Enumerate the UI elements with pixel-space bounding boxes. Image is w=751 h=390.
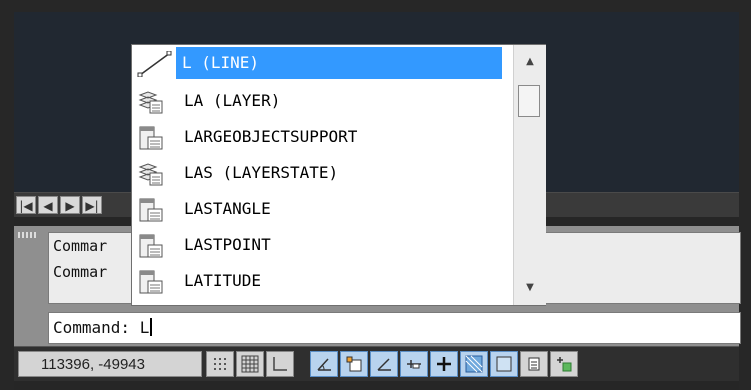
autocomplete-item-label: LARGEOBJECTSUPPORT	[184, 127, 358, 146]
command-input[interactable]: L	[140, 318, 150, 337]
history-line: Commar	[53, 263, 108, 281]
autocomplete-item[interactable]: LARGEOBJECTSUPPORT	[132, 119, 514, 155]
autocomplete-list[interactable]: L (LINE) LA (LAYER) LARGEOBJECTSUPPORT L…	[131, 44, 546, 306]
polar-icon	[317, 358, 331, 371]
grid-icon	[241, 355, 259, 373]
snap-mode-button[interactable]	[206, 351, 234, 377]
autocomplete-item[interactable]: LASTPOINT	[132, 227, 514, 263]
autocomplete-item-label: LASTPOINT	[184, 235, 271, 254]
command-line[interactable]: Command: L	[48, 312, 741, 344]
first-icon: |◀	[19, 199, 33, 213]
autocomplete-item[interactable]: LATITUDE	[132, 263, 514, 299]
dyn-icon	[437, 357, 451, 371]
ortho-mode-button[interactable]	[266, 351, 294, 377]
selection-cycling-button[interactable]	[550, 351, 578, 377]
chevron-up-icon: ▲	[526, 56, 534, 67]
autocomplete-item-label: LA (LAYER)	[184, 91, 281, 110]
layer-icon	[138, 163, 163, 186]
object-snap-tracking-button[interactable]	[370, 351, 398, 377]
history-line: Commar	[53, 237, 108, 255]
autocad-window: |◀ ◀ ▶ ▶| Commar Commar Command: L 11339…	[0, 0, 751, 390]
autocomplete-item[interactable]: LAS (LAYERSTATE)	[132, 155, 514, 191]
scroll-thumb[interactable]	[518, 85, 540, 117]
polar-tracking-button[interactable]	[310, 351, 338, 377]
lineweight-button[interactable]	[460, 351, 488, 377]
quick-properties-button[interactable]	[520, 351, 548, 377]
autocomplete-item[interactable]: LA (LAYER)	[132, 83, 514, 119]
grid-display-button[interactable]	[236, 351, 264, 377]
ducs-icon	[407, 360, 421, 369]
command-window-icon	[139, 198, 163, 222]
command-prompt: Command: L	[53, 318, 153, 337]
quick-properties-icon	[528, 357, 540, 371]
object-snap-button[interactable]	[340, 351, 368, 377]
autocomplete-scrollbar[interactable]: ▲ ▼	[513, 45, 546, 305]
last-tab-button[interactable]: ▶|	[82, 196, 102, 214]
text-caret	[150, 318, 153, 336]
lineweight-icon	[465, 355, 483, 373]
ortho-icon	[273, 357, 287, 371]
command-window-icon	[139, 270, 163, 294]
chevron-down-icon: ▼	[526, 282, 534, 293]
status-bar: 113396, -49943	[14, 346, 739, 381]
autocomplete-item-label: LASTANGLE	[184, 199, 271, 218]
window-frame-top	[0, 0, 751, 12]
autocomplete-item-label: L (LINE)	[176, 47, 502, 79]
autocomplete-item-label: LAS (LAYERSTATE)	[184, 163, 339, 182]
transparency-icon	[496, 356, 512, 372]
next-tab-button[interactable]: ▶	[60, 196, 80, 214]
osnap-icon	[346, 356, 362, 372]
layer-icon	[138, 91, 163, 114]
autocomplete-item[interactable]: LASTANGLE	[132, 191, 514, 227]
autocomplete-item[interactable]: L (LINE)	[132, 45, 514, 81]
prev-tab-button[interactable]: ◀	[38, 196, 58, 214]
scroll-up-button[interactable]: ▲	[514, 51, 546, 73]
command-window-icon	[139, 234, 163, 258]
prev-icon: ◀	[43, 199, 53, 213]
command-window-icon	[139, 126, 163, 150]
next-icon: ▶	[65, 199, 75, 213]
scroll-down-button[interactable]: ▼	[514, 277, 546, 299]
coordinates-display[interactable]: 113396, -49943	[18, 351, 202, 377]
window-frame-left	[0, 0, 14, 390]
snap-icon	[214, 358, 226, 370]
command-prompt-label: Command:	[53, 318, 131, 337]
grip-handle[interactable]	[18, 232, 38, 238]
selection-cycling-icon	[557, 357, 572, 372]
dynamic-ucs-button[interactable]	[400, 351, 428, 377]
last-icon: ▶|	[85, 199, 99, 213]
autocomplete-item-label: LATITUDE	[184, 271, 262, 290]
first-tab-button[interactable]: |◀	[16, 196, 36, 214]
otrack-icon	[377, 358, 391, 371]
transparency-button[interactable]	[490, 351, 518, 377]
dynamic-input-button[interactable]	[430, 351, 458, 377]
line-icon	[137, 51, 172, 77]
